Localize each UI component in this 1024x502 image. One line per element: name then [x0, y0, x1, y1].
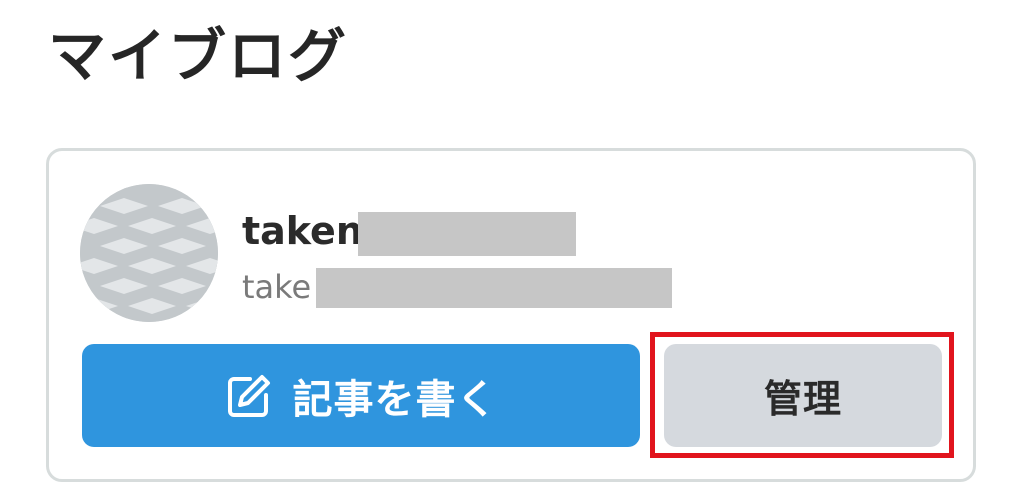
avatar-pattern-image	[80, 184, 218, 322]
write-article-button[interactable]: 記事を書く	[82, 344, 640, 447]
user-id: take	[242, 268, 312, 306]
write-article-label: 記事を書く	[292, 376, 498, 423]
redaction-box	[316, 268, 672, 308]
edit-icon	[225, 372, 273, 420]
manage-button[interactable]: 管理	[664, 344, 942, 447]
page-title: マイブログ	[48, 22, 349, 90]
username: taken	[242, 209, 363, 253]
avatar[interactable]	[80, 184, 218, 322]
redaction-box	[358, 212, 576, 256]
manage-label: 管理	[763, 377, 842, 421]
